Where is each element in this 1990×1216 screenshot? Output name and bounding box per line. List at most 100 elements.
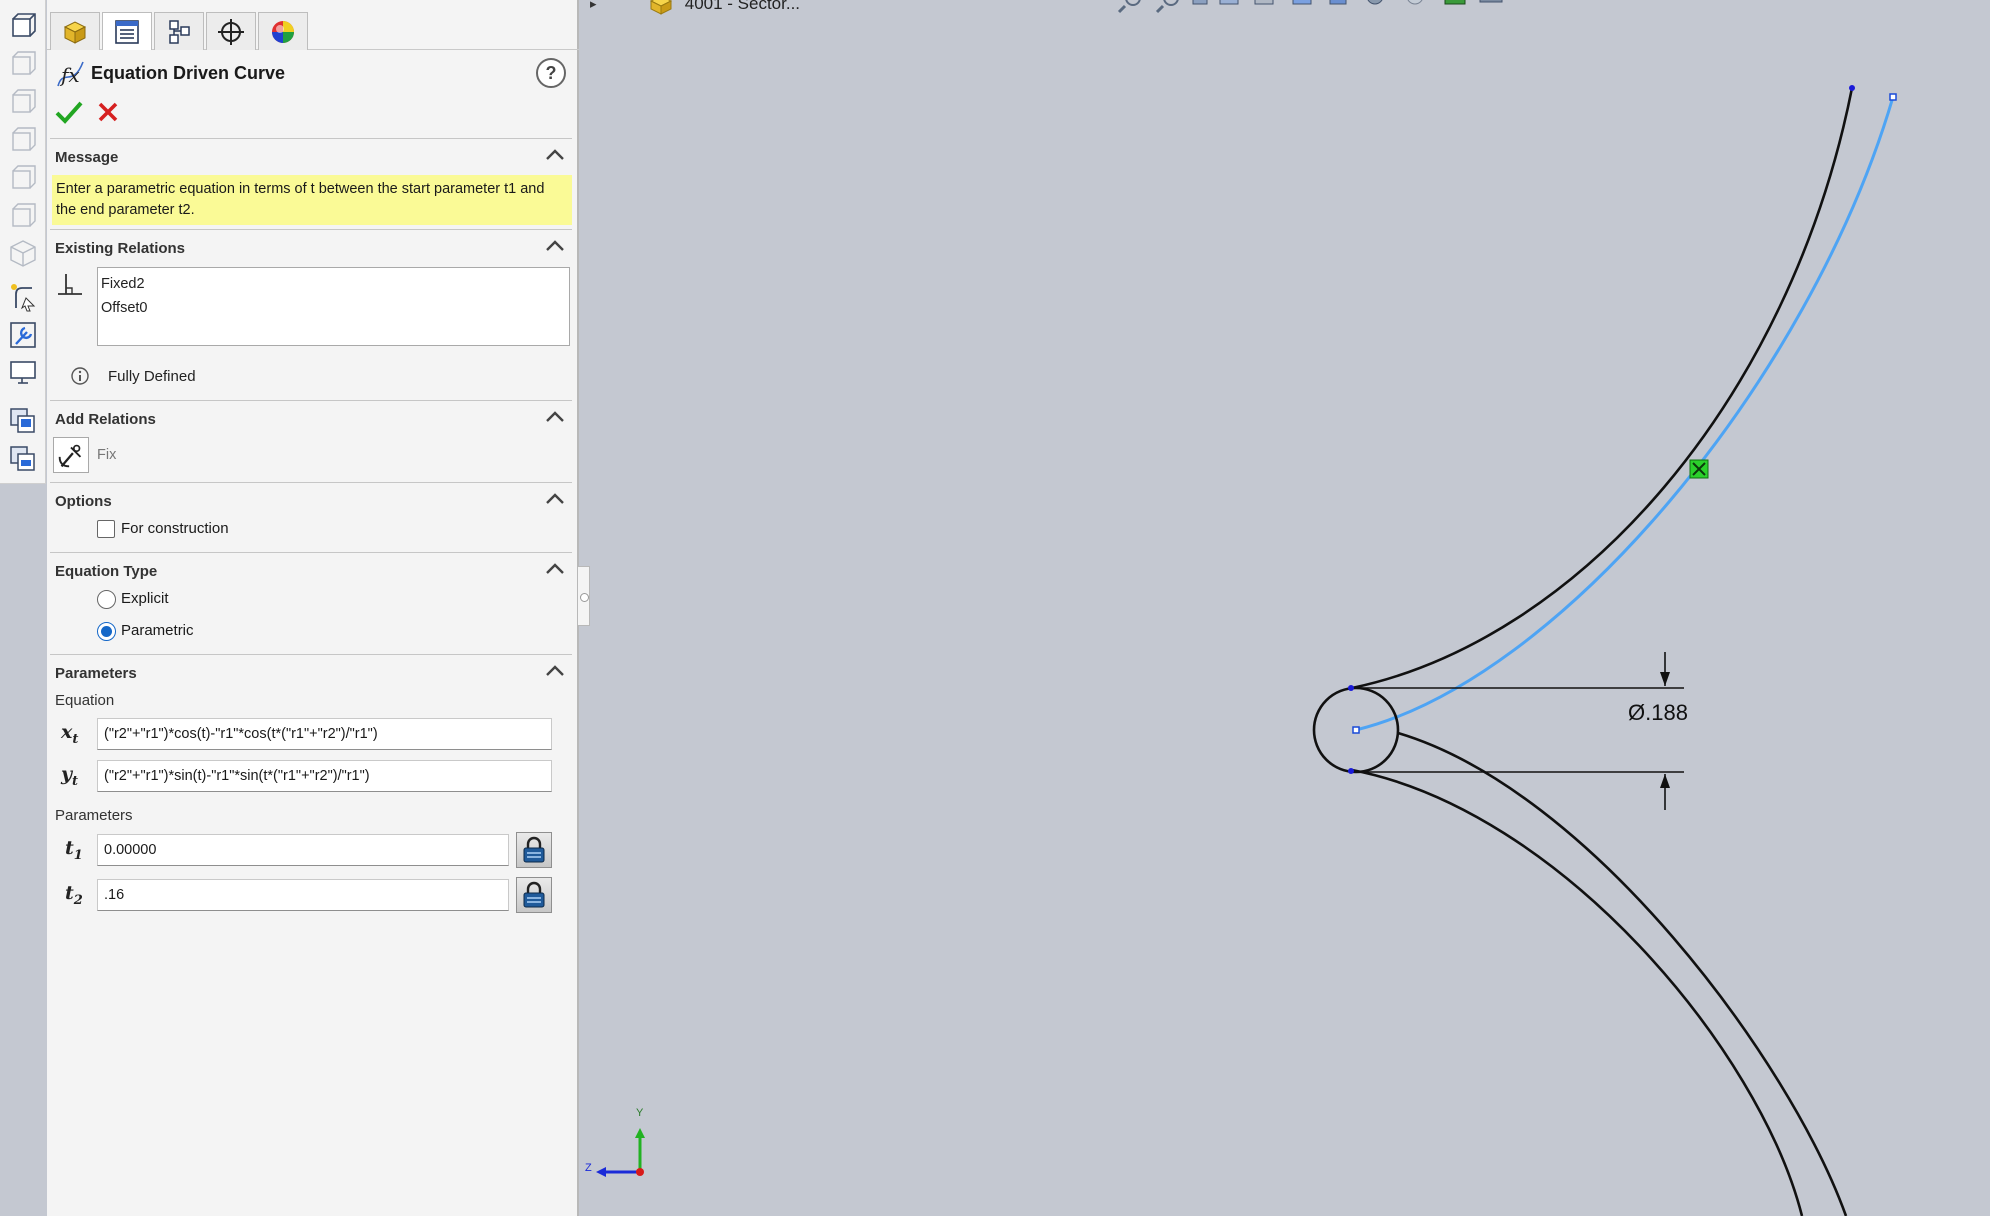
relation-item[interactable]: Fixed2 [101,272,566,296]
pane-resize-handle[interactable] [578,566,590,626]
property-list-icon [115,19,139,44]
options-collapse-button[interactable] [544,489,566,509]
message-collapse-button[interactable] [544,145,566,165]
chevron-up-icon [546,240,564,251]
add-relations-collapse-button[interactable] [544,407,566,427]
fix-relation-label: Fix [97,447,117,463]
t2-label: t2 [65,882,83,908]
cube-right-icon [12,127,36,151]
parametric-radio[interactable] [97,622,116,641]
relation-item[interactable]: Offset0 [101,296,566,320]
add-relations-title: Add Relations [55,411,156,428]
for-construction-checkbox[interactable] [97,520,115,538]
parameters-title: Parameters [55,665,137,682]
endpoint-selected [1889,93,1897,101]
view-right-button[interactable] [5,122,41,156]
tab-display-manager[interactable] [258,12,308,50]
parametric-label: Parametric [121,622,194,639]
t1-input[interactable] [97,834,509,866]
monitor-icon [10,361,36,384]
lock-icon [523,836,545,863]
cube-front-icon [12,13,36,37]
parameters-sub-label: Parameters [55,807,133,824]
message-section: Message Enter a parametric equation in t… [50,138,572,228]
ok-checkmark-icon[interactable] [52,98,86,128]
copy-view-button[interactable] [5,404,41,438]
tab-dimxpert-manager[interactable] [206,12,256,50]
for-construction-label: For construction [121,520,229,537]
diameter-dimension[interactable]: Ø.188 [1628,700,1688,726]
info-icon [71,367,89,385]
equation-curve-icon: fx [57,61,84,87]
property-manager: fx Equation Driven Curve ? Message Enter… [47,0,579,1216]
chevron-up-icon [546,149,564,160]
crosshair-icon [218,18,244,45]
equation-type-title: Equation Type [55,563,158,580]
manager-tabs [47,0,579,50]
perpendicular-relation-icon [58,274,82,295]
xt-equation-input[interactable] [97,718,552,750]
tree-expand-arrow-icon[interactable]: ▸ [590,0,597,12]
explicit-radio[interactable] [97,590,116,609]
t2-lock-button[interactable] [516,877,552,913]
tab-configuration-manager[interactable] [154,12,204,50]
options-tool-button[interactable] [5,318,41,352]
paste-windows-icon [10,446,35,471]
cube-top-icon [12,165,36,189]
triad-y-label: Y [636,1107,644,1119]
cube-isometric-icon [10,240,36,267]
cube-bottom-icon [12,203,36,227]
t1-lock-button[interactable] [516,832,552,868]
display-pane-button[interactable] [5,356,41,390]
left-view-toolbar [0,0,46,484]
help-button[interactable]: ? [536,58,566,88]
tree-label-text: 4001 - Sector... [684,0,801,13]
options-title: Options [55,493,112,510]
copy-windows-icon [10,408,35,433]
chevron-up-icon [546,563,564,574]
view-isometric-button[interactable] [5,236,41,270]
zoom-to-fit-icon [1117,0,1141,14]
yt-equation-input[interactable] [97,760,552,792]
existing-relations-collapse-button[interactable] [544,236,566,256]
triad-z-label: Z [585,1162,592,1174]
chevron-up-icon [546,665,564,676]
view-top-button[interactable] [5,160,41,194]
chevron-up-icon [546,493,564,504]
normal-to-button[interactable] [5,280,41,314]
view-bottom-button[interactable] [5,198,41,232]
part-icon [649,0,673,15]
view-front-button[interactable] [5,8,41,42]
paste-view-button[interactable] [5,442,41,476]
center-point [1352,726,1360,734]
t2-input[interactable] [97,879,509,911]
view-left-button[interactable] [5,84,41,118]
options-section: Options For construction [50,482,572,552]
existing-relations-section: Existing Relations Fixed2 Offset0 Fully … [50,229,572,399]
endpoint [1849,85,1855,91]
view-settings-icon [1479,0,1503,3]
previous-view-icon [1192,0,1208,5]
chevron-up-icon [546,411,564,422]
parameters-section: Parameters Equation xt yt Parameters t1 … [50,654,572,924]
relations-list[interactable]: Fixed2 Offset0 [97,267,570,346]
feature-tree-root[interactable]: 4001 - Sector... [648,0,800,15]
heads-up-view-toolbar [1115,0,1615,16]
section-view-icon [1219,0,1239,5]
endpoint [1348,685,1354,691]
sketch-normal-icon [11,284,36,312]
tab-feature-manager[interactable] [50,12,100,50]
edit-appearance-icon [1407,0,1423,5]
existing-relations-title: Existing Relations [55,240,186,257]
equation-label: Equation [55,692,115,709]
message-text: Enter a parametric equation in terms of … [52,175,572,225]
parameters-collapse-button[interactable] [544,661,566,681]
sketch-curve-lower-inner [1351,768,1804,1216]
tab-property-manager[interactable] [102,12,152,50]
cancel-x-icon[interactable] [91,98,125,128]
xt-label: xt [61,721,79,747]
fix-relation-button[interactable] [53,437,89,473]
equation-type-collapse-button[interactable] [544,559,566,579]
view-back-button[interactable] [5,46,41,80]
yt-label: yt [61,763,79,789]
